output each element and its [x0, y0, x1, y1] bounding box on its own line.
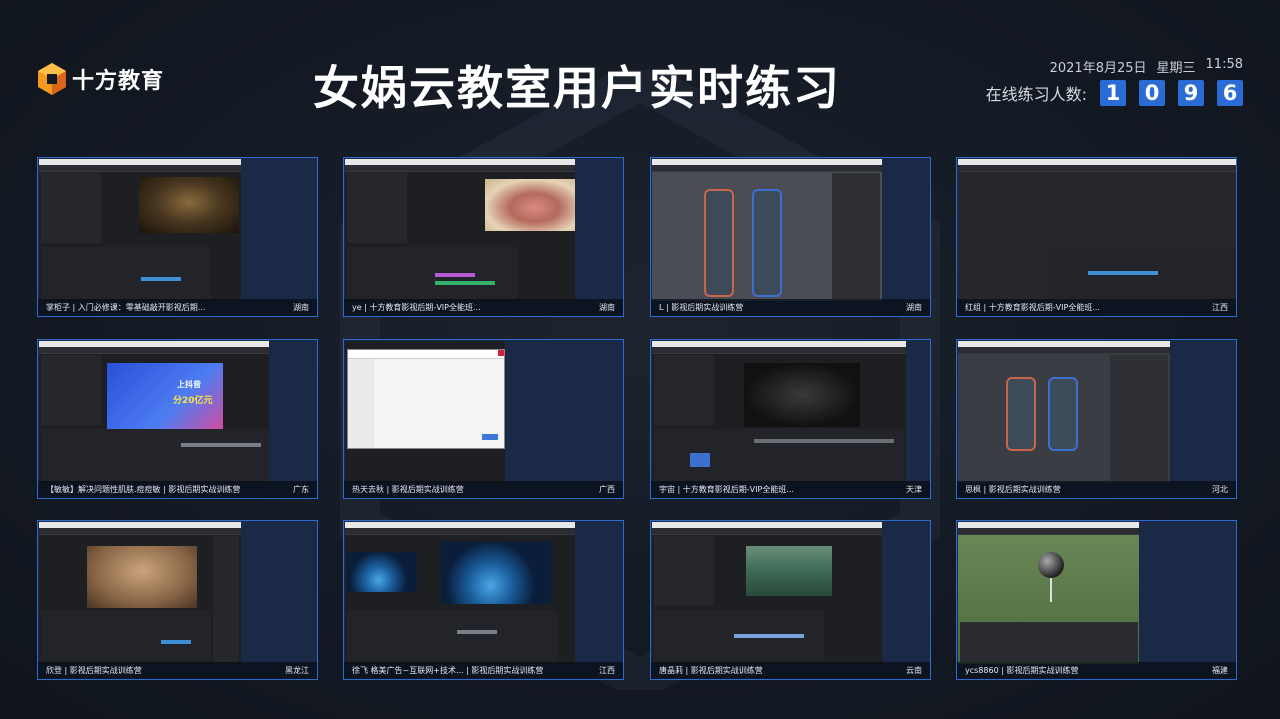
ad-text-line1: 上抖音: [177, 380, 201, 389]
screen-thumbnail: [652, 159, 882, 301]
tile-location: 河北: [1212, 485, 1228, 494]
screen-tile[interactable]: 红组 | 十方教育影视后期-VIP全能班... 江西: [956, 157, 1237, 317]
file-open-dialog: [347, 349, 505, 449]
screen-thumbnail: [345, 522, 575, 664]
online-count-digit: 6: [1217, 80, 1243, 106]
tile-caption: ycs8860 | 影视后期实战训练营 福建: [957, 662, 1236, 679]
tile-caption: 热天去秋 | 影视后期实战训练营 广西: [344, 481, 623, 498]
screen-tile[interactable]: 热天去秋 | 影视后期实战训练营 广西: [343, 339, 624, 499]
screen-tile[interactable]: 思枫 | 影视后期实战训练营 河北: [956, 339, 1237, 499]
tile-location: 湖南: [599, 303, 615, 312]
screen-tile[interactable]: ycs8860 | 影视后期实战训练营 福建: [956, 520, 1237, 680]
tile-caption: 掌柜子 | 入门必修课：零基础敲开影视后期... 湖南: [38, 299, 317, 316]
tile-user-course: 思枫 | 影视后期实战训练营: [965, 485, 1061, 494]
screen-thumbnail: [652, 522, 882, 664]
screen-thumbnail: [958, 522, 1139, 664]
tile-location: 广东: [293, 485, 309, 494]
sphere-object: [1038, 552, 1064, 578]
tile-caption: 宇宙 | 十方教育影视后期-VIP全能班... 天津: [651, 481, 930, 498]
tile-user-course: 【敏敏】解决问题性肌肤.痘痘敏 | 影视后期实战训练营: [46, 485, 241, 494]
tile-location: 天津: [906, 485, 922, 494]
screen-thumbnail: [652, 341, 906, 483]
screen-tile[interactable]: 宇宙 | 十方教育影视后期-VIP全能班... 天津: [650, 339, 931, 499]
tile-caption: 红组 | 十方教育影视后期-VIP全能班... 江西: [957, 299, 1236, 316]
tile-caption: 思枫 | 影视后期实战训练营 河北: [957, 481, 1236, 498]
tile-user-course: L | 影视后期实战训练营: [659, 303, 744, 312]
screen-thumbnail: [39, 522, 241, 664]
tile-location: 福建: [1212, 666, 1228, 675]
screen-thumbnail: [958, 159, 1236, 301]
tile-user-course: 唐晶莉 | 影视后期实战训练营: [659, 666, 763, 675]
tile-location: 江西: [1212, 303, 1228, 312]
tile-location: 湖南: [906, 303, 922, 312]
screen-tile[interactable]: 唐晶莉 | 影视后期实战训练营 云南: [650, 520, 931, 680]
tile-location: 云南: [906, 666, 922, 675]
tile-location: 湖南: [293, 303, 309, 312]
weekday-text: 星期三: [1156, 61, 1196, 76]
screen-tile[interactable]: 掌柜子 | 入门必修课：零基础敲开影视后期... 湖南: [37, 157, 318, 317]
screen-thumbnail: [39, 159, 241, 301]
tile-location: 黑龙江: [285, 666, 309, 675]
tile-caption: ye | 十方教育影视后期-VIP全能班... 湖南: [344, 299, 623, 316]
screen-thumbnail: [958, 341, 1170, 483]
cube-logo-icon: [38, 63, 66, 95]
brand-logo: 十方教育: [36, 62, 164, 96]
tile-location: 江西: [599, 666, 615, 675]
screen-thumbnail: [345, 341, 505, 483]
online-count-digit: 0: [1139, 80, 1165, 106]
close-icon: [498, 350, 504, 356]
page-title: 女娲云教室用户实时练习: [313, 61, 841, 115]
online-count-digit: 1: [1100, 80, 1126, 106]
tile-user-course: 宇宙 | 十方教育影视后期-VIP全能班...: [659, 485, 794, 494]
tile-user-course: 徐飞 格美广告~互联网+技术... | 影视后期实战训练营: [352, 666, 544, 675]
online-counter: 在线练习人数: 1 0 9 6: [986, 80, 1243, 106]
screen-thumbnail: 上抖音 分20亿元: [39, 341, 269, 483]
tile-user-course: 欣登 | 影视后期实战训练营: [46, 666, 142, 675]
screen-tile[interactable]: 欣登 | 影视后期实战训练营 黑龙江: [37, 520, 318, 680]
screen-tile[interactable]: 上抖音 分20亿元 【敏敏】解决问题性肌肤.痘痘敏 | 影视后期实战训练营 广东: [37, 339, 318, 499]
tile-user-course: 红组 | 十方教育影视后期-VIP全能班...: [965, 303, 1100, 312]
brand-name: 十方教育: [72, 69, 165, 94]
tile-user-course: ye | 十方教育影视后期-VIP全能班...: [352, 303, 481, 312]
tile-user-course: 掌柜子 | 入门必修课：零基础敲开影视后期...: [46, 303, 206, 312]
ad-text-line2: 分20亿元: [173, 396, 213, 406]
datetime-display: 2021年8月25日 星期三 11:58: [1050, 57, 1243, 76]
date-text: 2021年8月25日: [1049, 61, 1147, 76]
tile-caption: 【敏敏】解决问题性肌肤.痘痘敏 | 影视后期实战训练营 广东: [38, 481, 317, 498]
online-count-label: 在线练习人数:: [985, 85, 1087, 104]
screen-tile[interactable]: ye | 十方教育影视后期-VIP全能班... 湖南: [343, 157, 624, 317]
tile-caption: 徐飞 格美广告~互联网+技术... | 影视后期实战训练营 江西: [344, 662, 623, 679]
screen-tile[interactable]: L | 影视后期实战训练营 湖南: [650, 157, 931, 317]
tile-user-course: 热天去秋 | 影视后期实战训练营: [352, 485, 464, 494]
online-count-digit: 9: [1178, 80, 1204, 106]
screen-thumbnail: [345, 159, 575, 301]
screen-tile[interactable]: 徐飞 格美广告~互联网+技术... | 影视后期实战训练营 江西: [343, 520, 624, 680]
tile-caption: 欣登 | 影视后期实战训练营 黑龙江: [38, 662, 317, 679]
tile-user-course: ycs8860 | 影视后期实战训练营: [965, 666, 1079, 675]
time-text: 11:58: [1205, 57, 1243, 72]
tile-caption: L | 影视后期实战训练营 湖南: [651, 299, 930, 316]
tile-location: 广西: [599, 485, 615, 494]
tile-caption: 唐晶莉 | 影视后期实战训练营 云南: [651, 662, 930, 679]
